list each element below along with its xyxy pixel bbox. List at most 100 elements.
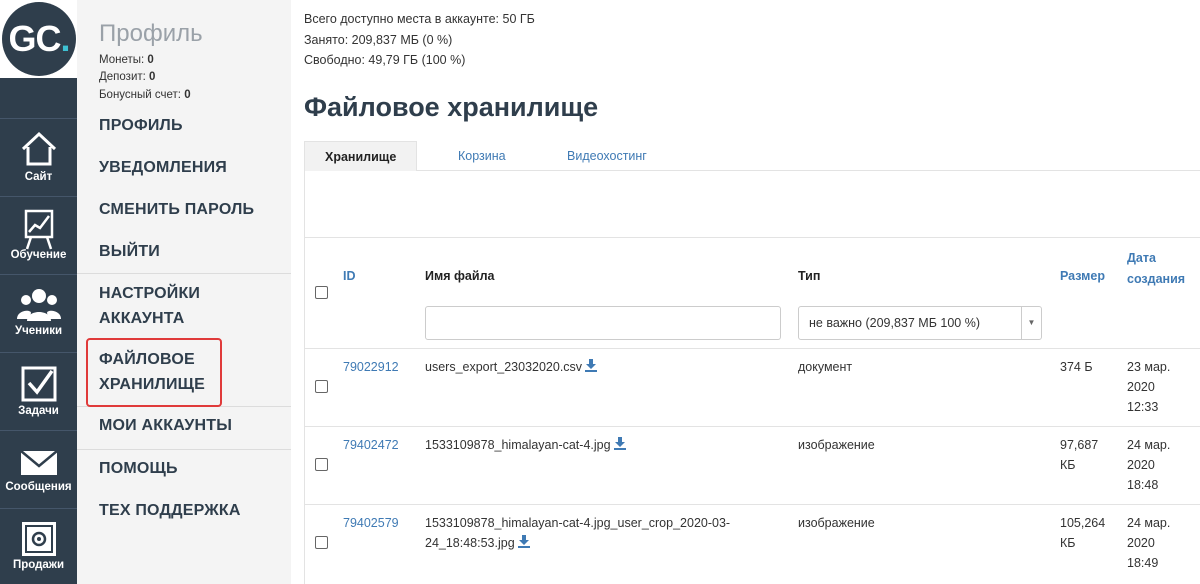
date-line: 24 мар.	[1127, 516, 1171, 530]
tab-trash[interactable]: Корзина	[458, 141, 506, 171]
column-header-date[interactable]: Дата создания	[1127, 248, 1185, 290]
file-id-link[interactable]: 79022912	[343, 357, 399, 377]
column-header-date-line1: Дата	[1127, 251, 1156, 265]
download-icon[interactable]	[613, 437, 626, 450]
menu-divider	[77, 449, 291, 450]
file-created-date: 24 мар. 2020 18:48	[1127, 435, 1170, 495]
select-all-checkbox[interactable]	[315, 286, 328, 299]
menu-item-logout[interactable]: ВЫЙТИ	[99, 239, 160, 264]
logo[interactable]: GC.	[2, 2, 76, 76]
logo-text: GC	[8, 18, 61, 59]
deposit-label: Депозит:	[99, 71, 146, 83]
row-divider	[305, 348, 1200, 349]
storage-used: Занято: 209,837 МБ (0 %)	[304, 33, 453, 47]
deposit-stat: Депозит: 0	[99, 71, 155, 83]
rail-label-students: Ученики	[14, 325, 63, 337]
type-filter-select[interactable]: не важно (209,837 МБ 100 %) ▼	[798, 306, 1042, 340]
checkbox-icon	[21, 366, 56, 402]
bonus-value: 0	[184, 89, 191, 101]
menu-item-my-accounts[interactable]: МОИ АККАУНТЫ	[99, 413, 232, 438]
file-id-link[interactable]: 79402472	[343, 435, 399, 455]
menu-item-profile[interactable]: ПРОФИЛЬ	[99, 113, 183, 138]
tab-storage[interactable]: Хранилище	[304, 141, 418, 171]
coins-stat: Монеты: 0	[99, 54, 154, 66]
file-name: users_export_23032020.csv	[425, 357, 598, 377]
row-checkbox[interactable]	[315, 458, 328, 471]
column-header-id[interactable]: ID	[343, 269, 356, 283]
column-header-date-line2: создания	[1127, 272, 1186, 286]
menu-divider	[77, 273, 291, 274]
file-size: 374 Б	[1060, 360, 1093, 374]
date-line: 2020	[1127, 536, 1155, 550]
file-created-date: 23 мар. 2020 12:33	[1127, 357, 1170, 417]
menu-item-help[interactable]: ПОМОЩЬ	[99, 456, 178, 481]
rail-item-sales[interactable]: Продажи	[0, 508, 77, 584]
rail-label-messages: Сообщения	[5, 481, 72, 493]
rail-item-site[interactable]: Сайт	[0, 118, 77, 196]
rail-label-site: Сайт	[24, 171, 53, 183]
envelope-icon	[19, 450, 58, 475]
row-checkbox[interactable]	[315, 380, 328, 393]
download-icon[interactable]	[585, 359, 598, 372]
file-name-text: 1533109878_himalayan-cat-4.jpg_user_crop…	[425, 516, 731, 530]
rail-item-tasks[interactable]: Задачи	[0, 352, 77, 430]
table-toolbar	[305, 171, 1200, 238]
chart-board-icon	[24, 209, 53, 250]
menu-item-account-settings-line1: НАСТРОЙКИ	[99, 285, 201, 302]
menu-item-support[interactable]: ТЕХ ПОДДЕРЖКА	[99, 498, 241, 523]
rail-item-messages[interactable]: Сообщения	[0, 430, 77, 508]
size-line: 105,264	[1060, 516, 1106, 530]
date-line: 18:49	[1127, 556, 1159, 570]
size-line: КБ	[1060, 458, 1076, 472]
column-header-type: Тип	[798, 269, 821, 283]
chevron-down-icon: ▼	[1021, 307, 1041, 339]
file-name: 1533109878_himalayan-cat-4.jpg	[425, 435, 626, 455]
active-menu-highlight	[86, 338, 222, 407]
storage-total: Всего доступно места в аккаунте: 50 ГБ	[304, 12, 535, 26]
file-name-text: users_export_23032020.csv	[425, 360, 583, 374]
profile-menu: Профиль Монеты: 0 Депозит: 0 Бонусный сч…	[77, 0, 291, 584]
row-checkbox[interactable]	[315, 536, 328, 549]
date-line: 23 мар.	[1127, 360, 1171, 374]
date-line: 2020	[1127, 380, 1155, 394]
menu-item-change-password[interactable]: СМЕНИТЬ ПАРОЛЬ	[99, 197, 254, 222]
date-line: 24 мар.	[1127, 438, 1171, 452]
logo-area: GC.	[0, 0, 77, 78]
file-name: 1533109878_himalayan-cat-4.jpg_user_crop…	[425, 513, 775, 553]
column-header-size[interactable]: Размер	[1060, 269, 1105, 283]
rail-item-students[interactable]: Ученики	[0, 274, 77, 352]
size-line: КБ	[1060, 536, 1076, 550]
type-filter-value: не важно (209,837 МБ 100 %)	[809, 316, 980, 330]
size-line: 97,687	[1060, 438, 1099, 452]
file-size: 105,264 КБ	[1060, 513, 1105, 553]
file-name-text: 1533109878_himalayan-cat-4.jpg	[425, 438, 611, 452]
file-type: документ	[798, 360, 853, 374]
profile-title: Профиль	[99, 20, 203, 47]
rail-label-learning: Обучение	[10, 249, 67, 261]
file-id-link[interactable]: 79402579	[343, 513, 399, 533]
coins-value: 0	[147, 54, 154, 66]
bonus-label: Бонусный счет:	[99, 89, 181, 101]
file-size: 97,687 КБ	[1060, 435, 1098, 475]
file-type: изображение	[798, 438, 875, 452]
users-icon	[16, 289, 61, 321]
menu-item-account-settings-line2: АККАУНТА	[99, 310, 185, 327]
date-line: 12:33	[1127, 400, 1159, 414]
date-line: 18:48	[1127, 478, 1159, 492]
storage-free: Свободно: 49,79 ГБ (100 %)	[304, 53, 466, 67]
rail-label-sales: Продажи	[12, 559, 65, 571]
row-divider	[305, 504, 1200, 505]
filename-filter-input[interactable]	[425, 306, 781, 340]
download-icon[interactable]	[517, 535, 530, 548]
tab-video-hosting[interactable]: Видеохостинг	[567, 141, 647, 171]
row-divider	[305, 426, 1200, 427]
logo-dot: .	[60, 18, 70, 59]
deposit-value: 0	[149, 71, 156, 83]
date-line: 2020	[1127, 458, 1155, 472]
rail-item-learning[interactable]: Обучение	[0, 196, 77, 274]
bonus-stat: Бонусный счет: 0	[99, 89, 191, 101]
menu-item-notifications[interactable]: УВЕДОМЛЕНИЯ	[99, 155, 227, 180]
menu-item-account-settings[interactable]: НАСТРОЙКИ АККАУНТА	[99, 281, 200, 331]
tab-bar: Хранилище Корзина Видеохостинг	[304, 141, 1200, 171]
file-name-text: 24_18:48:53.jpg	[425, 536, 515, 550]
